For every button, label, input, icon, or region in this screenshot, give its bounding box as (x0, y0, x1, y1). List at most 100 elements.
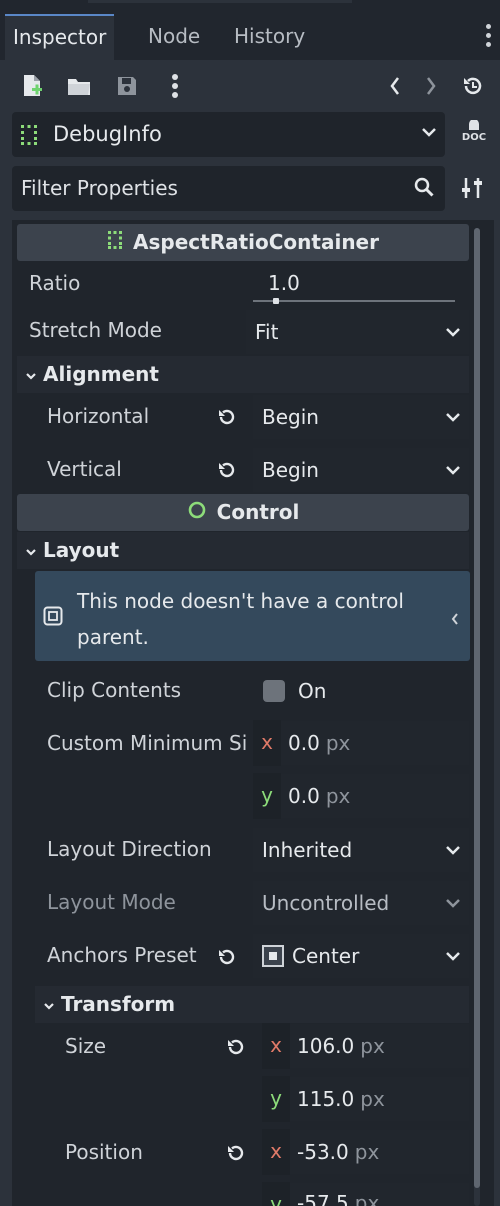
info-node-icon (43, 606, 63, 631)
revert-icon[interactable] (216, 459, 238, 486)
ratio-slider-grabber[interactable] (273, 298, 279, 304)
unit-label: px (354, 1191, 380, 1206)
stretch-mode-label: Stretch Mode (29, 318, 162, 342)
save-icon[interactable] (110, 69, 144, 103)
selected-object-name: DebugInfo (53, 122, 162, 146)
position-y: -57.5 (297, 1191, 349, 1206)
tab-node[interactable]: Node (140, 14, 208, 60)
axis-y-label: y (253, 773, 281, 819)
chevron-down-icon (445, 840, 461, 865)
position-label: Position (65, 1140, 143, 1164)
forward-icon[interactable] (414, 69, 448, 103)
vertical-label: Vertical (47, 457, 122, 481)
top-strip-bar (88, 0, 352, 3)
history-icon[interactable] (456, 69, 490, 103)
size-y: 115.0 (297, 1087, 355, 1111)
category-title: AspectRatioContainer (133, 230, 379, 254)
size-y-field[interactable]: 115.0 px (290, 1077, 469, 1121)
category-control: Control (17, 494, 469, 531)
vertical-value: Begin (262, 458, 319, 482)
layout-mode-label: Layout Mode (47, 890, 176, 914)
anchors-preset-label: Anchors Preset (47, 943, 197, 967)
category-title: Control (216, 500, 300, 524)
top-strip (0, 0, 500, 14)
chevron-down-icon (445, 460, 461, 485)
layout-mode-value: Uncontrolled (262, 891, 390, 915)
stretch-mode-value: Fit (255, 320, 279, 344)
more-vertical-icon[interactable] (158, 69, 192, 103)
anchors-preset-dropdown[interactable]: Center (253, 934, 469, 978)
object-selector[interactable]: DebugInfo (12, 112, 445, 157)
checkbox-box[interactable] (263, 680, 285, 702)
custom-min-size-y: 0.0 (288, 784, 320, 808)
clip-contents-checkbox[interactable]: On (253, 669, 469, 713)
ratio-slider-track[interactable] (253, 300, 455, 302)
tab-inspector[interactable]: Inspector (5, 14, 115, 60)
axis-y-label: y (262, 1182, 290, 1206)
vertical-dropdown[interactable]: Begin (253, 448, 469, 492)
section-title: Transform (61, 992, 176, 1016)
expand-arrow-icon[interactable] (450, 608, 460, 632)
filter-placeholder: Filter Properties (21, 176, 178, 200)
section-title: Alignment (43, 362, 159, 386)
layout-mode-dropdown[interactable]: Uncontrolled (253, 881, 469, 925)
container-node-icon (107, 225, 123, 262)
position-y-field[interactable]: -57.5 px (290, 1183, 469, 1206)
chevron-down-icon (445, 893, 461, 918)
search-icon (413, 176, 435, 203)
section-layout[interactable]: Layout (17, 532, 469, 569)
horizontal-value: Begin (262, 405, 319, 429)
open-docs-button[interactable]: DOC (458, 119, 490, 143)
property-options-icon[interactable] (460, 176, 486, 205)
unit-label: px (325, 731, 351, 755)
filter-properties-input[interactable]: Filter Properties (12, 166, 445, 211)
collapse-arrow-icon (26, 372, 36, 380)
stretch-mode-dropdown[interactable]: Fit (246, 310, 469, 354)
custom-min-size-x-field[interactable]: 0.0 px (281, 721, 469, 765)
size-label: Size (65, 1034, 107, 1058)
revert-icon[interactable] (225, 1142, 247, 1169)
position-x-field[interactable]: -53.0 px (290, 1130, 469, 1174)
control-node-icon (187, 495, 207, 532)
property-scrollbar[interactable] (474, 228, 480, 1206)
chevron-down-icon (445, 946, 461, 971)
collapse-arrow-icon (26, 548, 36, 556)
horizontal-dropdown[interactable]: Begin (253, 395, 469, 439)
unit-label: px (360, 1087, 385, 1111)
section-transform[interactable]: Transform (35, 986, 469, 1023)
back-icon[interactable] (378, 69, 412, 103)
layout-direction-dropdown[interactable]: Inherited (253, 828, 469, 872)
anchor-center-icon (262, 945, 284, 972)
open-folder-icon[interactable] (62, 69, 96, 103)
chevron-down-icon (421, 122, 437, 147)
scrollbar-thumb[interactable] (474, 228, 480, 1188)
axis-x-label: x (253, 720, 281, 766)
layout-warning: This node doesn't have a control parent. (35, 571, 470, 661)
custom-min-size-x: 0.0 (288, 731, 320, 755)
horizontal-label: Horizontal (47, 404, 150, 428)
clip-contents-label: Clip Contents (47, 678, 182, 702)
warning-text: This node doesn't have a control parent. (77, 589, 404, 649)
revert-icon[interactable] (216, 946, 238, 973)
layout-direction-label: Layout Direction (47, 837, 212, 861)
custom-min-size-label: Custom Minimum Si (47, 731, 247, 755)
unit-label: px (360, 1034, 385, 1058)
revert-icon[interactable] (216, 406, 238, 433)
dock-menu-icon[interactable] (484, 24, 492, 50)
clip-contents-value: On (298, 679, 327, 703)
section-alignment[interactable]: Alignment (17, 356, 469, 393)
axis-x-label: x (262, 1129, 290, 1175)
size-x: 106.0 (297, 1034, 355, 1058)
size-x-field[interactable]: 106.0 px (290, 1024, 469, 1068)
position-x: -53.0 (297, 1140, 349, 1164)
layout-direction-value: Inherited (262, 838, 353, 862)
axis-y-label: y (262, 1076, 290, 1122)
doc-label: DOC (461, 132, 487, 143)
new-resource-icon[interactable] (15, 69, 49, 103)
axis-x-label: x (262, 1023, 290, 1069)
revert-icon[interactable] (225, 1036, 247, 1063)
custom-min-size-y-field[interactable]: 0.0 px (281, 774, 469, 818)
ratio-label: Ratio (29, 271, 81, 295)
tab-history[interactable]: History (226, 14, 313, 60)
collapse-arrow-icon (44, 1002, 54, 1010)
